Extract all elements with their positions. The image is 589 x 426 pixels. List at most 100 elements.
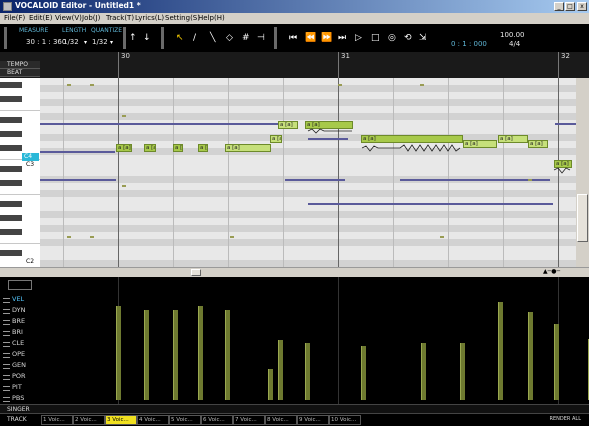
length-select[interactable]: 1/32	[63, 38, 79, 46]
velocity-bar[interactable]	[173, 310, 178, 400]
track-tab[interactable]: 5 Voic...	[169, 415, 201, 425]
length-dropdown-icon[interactable]: ▾	[84, 38, 87, 48]
control-pit[interactable]: PIT	[0, 383, 40, 393]
menu-edit[interactable]: Edit(E)	[29, 14, 52, 22]
velocity-bar[interactable]	[278, 340, 283, 400]
track-tab[interactable]: 2 Voic...	[73, 415, 105, 425]
black-key[interactable]	[0, 180, 22, 186]
velocity-bar[interactable]	[116, 306, 121, 400]
measure-line	[558, 52, 559, 78]
black-key[interactable]	[0, 145, 22, 151]
note-up-icon[interactable]: ↑	[129, 33, 137, 43]
fast-forward-icon[interactable]: ⏩	[321, 33, 332, 43]
toolbar-grip[interactable]	[123, 27, 126, 49]
black-key[interactable]	[0, 96, 22, 102]
track-tab[interactable]: 1 Voic...	[41, 415, 73, 425]
toolbar-grip[interactable]	[4, 27, 7, 49]
black-key[interactable]	[0, 117, 22, 123]
control-dyn[interactable]: DYN	[0, 306, 40, 316]
line-tool-icon[interactable]: ╲	[210, 33, 215, 43]
velocity-bar[interactable]	[528, 312, 533, 400]
black-key[interactable]	[0, 201, 22, 207]
track-tab[interactable]: 4 Voic...	[137, 415, 169, 425]
quantize-dropdown-icon[interactable]: ▾	[110, 38, 113, 48]
vertical-scrollbar[interactable]	[576, 78, 589, 267]
zoom-slider-icon[interactable]: ▲─●─	[543, 268, 560, 275]
velocity-bar[interactable]	[498, 302, 503, 400]
track-tab[interactable]: 7 Voic...	[233, 415, 265, 425]
singer-label: SINGER	[7, 406, 30, 413]
follow-icon[interactable]: ⇲	[419, 33, 427, 43]
track-tab[interactable]: 10 Voic...	[329, 415, 361, 425]
control-ope[interactable]: OPE	[0, 350, 40, 360]
horizontal-scrollbar[interactable]: ▲─●─	[0, 267, 589, 277]
arrow-tool-icon[interactable]: ↖	[176, 33, 184, 43]
grid-snap-icon[interactable]: #	[242, 33, 250, 43]
menu-job[interactable]: Job(J)	[82, 14, 100, 22]
render-all-button[interactable]: RENDER ALL	[550, 416, 581, 422]
black-key[interactable]	[0, 229, 22, 235]
measure-ruler[interactable]: TEMPO BEAT 30 31 32	[0, 52, 589, 78]
track-tab[interactable]: 6 Voic...	[201, 415, 233, 425]
control-bre[interactable]: BRE	[0, 317, 40, 327]
pencil-tool-icon[interactable]: /	[193, 33, 196, 43]
velocity-bar[interactable]	[361, 346, 366, 400]
rewind-start-icon[interactable]: ⏮	[289, 33, 297, 43]
piano-keyboard[interactable]: C4 C3 C2	[0, 78, 40, 267]
menu-help[interactable]: Help(H)	[198, 14, 225, 22]
toolbar-grip[interactable]	[274, 27, 277, 49]
piano-roll[interactable]: a [a] a [a] a [a] a [a] a [a] a [a] a [a…	[0, 78, 576, 267]
control-bri[interactable]: BRI	[0, 328, 40, 338]
window-title: VOCALOID Editor - Untitled1 *	[15, 1, 141, 10]
black-key[interactable]	[0, 131, 22, 137]
velocity-bar[interactable]	[305, 343, 310, 400]
quantize-label: QUANTIZE	[91, 27, 123, 34]
eraser-tool-icon[interactable]: ◇	[226, 33, 233, 43]
black-key[interactable]	[0, 82, 22, 88]
vertical-scroll-thumb[interactable]	[577, 194, 588, 242]
menu-lyrics[interactable]: Lyrics(L)	[135, 14, 164, 22]
track-tab[interactable]: 8 Voic...	[265, 415, 297, 425]
velocity-bar[interactable]	[554, 324, 559, 400]
menu-setting[interactable]: Setting(S)	[165, 14, 200, 22]
loop-icon[interactable]: ⟲	[404, 33, 412, 43]
control-selector[interactable]	[8, 280, 32, 290]
minimize-button[interactable]: _	[554, 2, 564, 11]
control-gen[interactable]: GEN	[0, 361, 40, 371]
stop-icon[interactable]: □	[371, 33, 380, 43]
velocity-bar[interactable]	[460, 343, 465, 400]
quantize-select[interactable]: 1/32	[92, 38, 108, 46]
velocity-plot[interactable]	[40, 277, 589, 404]
menu-file[interactable]: File(F)	[4, 14, 25, 22]
velocity-bar[interactable]	[198, 306, 203, 400]
menu-track[interactable]: Track(T)	[106, 14, 134, 22]
velocity-bar[interactable]	[144, 310, 149, 400]
black-key[interactable]	[0, 250, 22, 256]
play-icon[interactable]: ▷	[355, 33, 362, 43]
control-por[interactable]: POR	[0, 372, 40, 382]
record-icon[interactable]: ◎	[388, 33, 396, 43]
forward-end-icon[interactable]: ⏭	[338, 33, 346, 43]
note-down-icon[interactable]: ↓	[143, 33, 151, 43]
track-tab[interactable]: 9 Voic...	[297, 415, 329, 425]
track-tab-active[interactable]: 3 Voic...	[105, 415, 137, 425]
maximize-button[interactable]: □	[565, 2, 575, 11]
beat-row-label: BEAT	[0, 69, 40, 77]
tempo-value: 100.00	[500, 31, 525, 39]
control-vel[interactable]: VEL	[0, 295, 40, 305]
control-track[interactable]: VEL DYN BRE BRI CLE OPE GEN POR PIT PBS	[0, 277, 589, 404]
black-key[interactable]	[0, 166, 22, 172]
close-button[interactable]: x	[577, 2, 587, 11]
pitch-tool-icon[interactable]: ⊣	[257, 33, 265, 43]
menu-view[interactable]: View(V)	[55, 14, 82, 22]
velocity-bar[interactable]	[268, 369, 273, 400]
rewind-icon[interactable]: ⏪	[305, 33, 316, 43]
black-key[interactable]	[0, 215, 22, 221]
velocity-bar[interactable]	[421, 343, 426, 400]
note-grid[interactable]: a [a] a [a] a [a] a [a] a [a] a [a] a [a…	[40, 78, 576, 267]
velocity-bar[interactable]	[225, 310, 230, 400]
control-pbs[interactable]: PBS	[0, 394, 40, 404]
control-cle[interactable]: CLE	[0, 339, 40, 349]
toolbar-grip[interactable]	[161, 27, 164, 49]
horizontal-scroll-thumb[interactable]	[191, 269, 201, 276]
